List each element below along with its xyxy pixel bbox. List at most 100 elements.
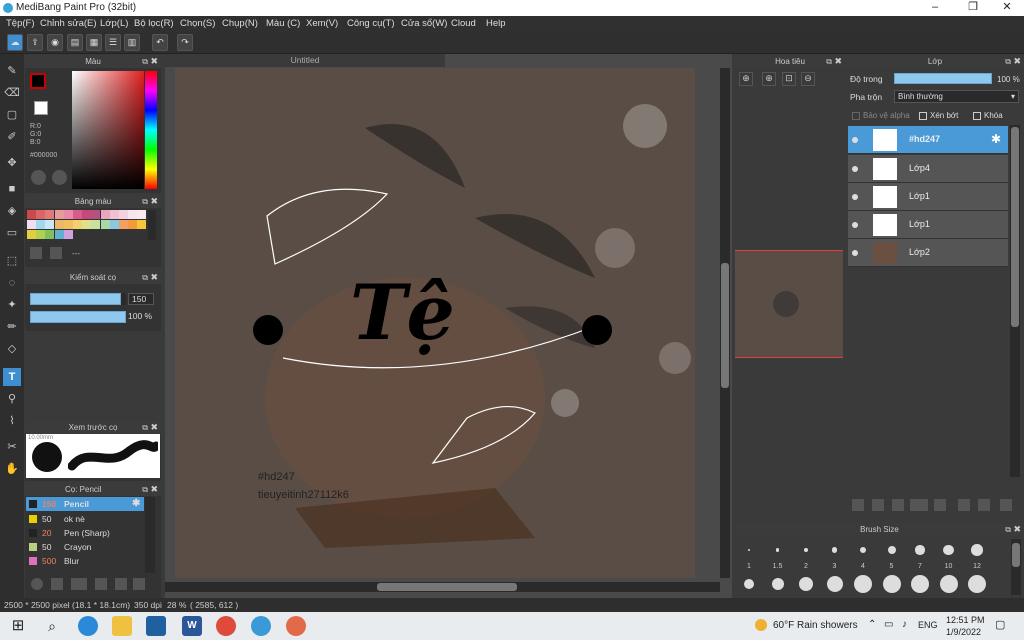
float-icon[interactable]: ⧉	[826, 55, 832, 68]
magic-wand-icon[interactable]: ✦	[3, 296, 21, 314]
brush-size-track[interactable]	[30, 293, 126, 305]
minimize-button[interactable]: –	[920, 0, 950, 16]
brush-size-dot-large[interactable]	[744, 579, 754, 589]
color-wheel-icon[interactable]	[31, 170, 46, 185]
menu-filter[interactable]: Bộ lọc(R)	[134, 18, 174, 29]
cloud-icon[interactable]: ☁	[7, 34, 23, 51]
close-icon[interactable]: ✖	[150, 483, 158, 496]
canvas-vscrollbar[interactable]	[720, 68, 730, 578]
brush-list-scrollbar[interactable]	[145, 497, 155, 573]
new-brush-icon[interactable]	[51, 578, 63, 590]
panel-layout-icon[interactable]: ☰	[105, 34, 121, 51]
zoom-in-icon[interactable]: ⊕	[739, 72, 753, 86]
float-icon[interactable]: ⧉	[142, 421, 148, 434]
layer-row-lop1-b[interactable]: Lớp1	[848, 211, 1008, 239]
new-layer-icon[interactable]	[852, 499, 864, 511]
brush-size-dot-large[interactable]	[799, 577, 813, 591]
close-button[interactable]: ✕	[992, 0, 1022, 16]
close-icon[interactable]: ✖	[150, 421, 158, 434]
eye-icon[interactable]	[852, 194, 858, 200]
palette-swatch[interactable]	[119, 210, 128, 219]
bucket-tool-icon[interactable]: ◈	[3, 202, 21, 220]
brush-folder-icon[interactable]	[115, 578, 127, 590]
search-icon[interactable]: ⌕	[42, 616, 62, 636]
comment-icon[interactable]: ◉	[47, 34, 63, 51]
canvas-hscrollbar[interactable]	[165, 582, 720, 592]
menu-color[interactable]: Màu (C)	[266, 18, 300, 29]
brush-item-crayon[interactable]: 50 Crayon	[26, 540, 144, 554]
brush-size-value[interactable]: 150	[128, 293, 154, 305]
trash-icon[interactable]	[1000, 499, 1012, 511]
float-icon[interactable]: ⧉	[142, 483, 148, 496]
network-icon[interactable]: ▭	[884, 619, 893, 630]
brush-menu-icon[interactable]	[71, 578, 87, 590]
navigator-preview[interactable]	[735, 250, 843, 358]
menu-layer[interactable]: Lớp(L)	[100, 18, 128, 29]
medibang-icon[interactable]	[251, 616, 271, 636]
brush-size-dot[interactable]	[915, 545, 925, 555]
clock-time[interactable]: 12:51 PM	[946, 615, 985, 625]
clipping-checkbox[interactable]	[919, 112, 927, 120]
palette-swatch[interactable]	[63, 220, 73, 229]
chrome-icon[interactable]	[216, 616, 236, 636]
page-icon[interactable]: ▦	[86, 34, 102, 51]
palette-swatch[interactable]	[27, 220, 36, 229]
brush-size-dot-large[interactable]	[826, 576, 843, 592]
brush-size-dot[interactable]	[748, 549, 750, 551]
close-icon[interactable]: ✖	[1013, 523, 1021, 536]
gear-icon[interactable]: ✱	[991, 132, 1001, 146]
brush-size-dot[interactable]	[831, 547, 838, 553]
pen-tool-icon[interactable]: ✎	[3, 62, 21, 80]
palette-swatch[interactable]	[109, 220, 119, 229]
brush-size-dot-large[interactable]	[939, 575, 958, 593]
brush-item-pen-sharp[interactable]: 20 Pen (Sharp)	[26, 526, 144, 540]
layer-scrollbar[interactable]	[1010, 125, 1020, 477]
layer-row-lop1-a[interactable]: Lớp1	[848, 183, 1008, 211]
brush-item-pencil[interactable]: 150 Pencil ✱	[26, 497, 144, 511]
eyedropper-tool-icon[interactable]: ⌇	[3, 412, 21, 430]
fit-view-icon[interactable]: ⊡	[782, 72, 796, 86]
close-icon[interactable]: ✖	[150, 271, 158, 284]
float-icon[interactable]: ⧉	[142, 55, 148, 68]
document-tab[interactable]: Untitled	[165, 54, 445, 67]
palette-swatch[interactable]	[45, 210, 55, 219]
float-icon[interactable]: ⧉	[1005, 523, 1011, 536]
palette-swatch[interactable]	[137, 210, 147, 219]
palette-swatch[interactable]	[100, 220, 110, 229]
brush-size-dot-large[interactable]	[968, 575, 986, 593]
edge-icon[interactable]	[78, 616, 98, 636]
palette-swatch[interactable]	[91, 220, 101, 229]
redo-button[interactable]: ↷	[177, 34, 193, 51]
eraser-tool-icon[interactable]: ⌫	[3, 84, 21, 102]
brush-copy-icon[interactable]	[95, 578, 107, 590]
grid-icon[interactable]: ▥	[124, 34, 140, 51]
brush-size-dot[interactable]	[971, 544, 983, 556]
brush-size-dot[interactable]	[943, 544, 954, 556]
palette-swatch[interactable]	[137, 220, 147, 229]
color-sv-picker[interactable]	[72, 71, 144, 189]
palette-swatch[interactable]	[54, 210, 64, 219]
menu-snap[interactable]: Chụp(N)	[222, 18, 258, 29]
menu-window[interactable]: Cửa sổ(W)	[401, 18, 447, 29]
palette-swatch[interactable]	[45, 230, 55, 239]
app-icon[interactable]	[286, 616, 306, 636]
windows-start-icon[interactable]: ⊞	[8, 616, 28, 636]
folder-icon[interactable]	[934, 499, 946, 511]
float-icon[interactable]: ⧉	[142, 271, 148, 284]
text-tool-icon[interactable]: T	[3, 368, 21, 386]
clock-date[interactable]: 1/9/2022	[946, 627, 981, 637]
close-icon[interactable]: ✖	[150, 195, 158, 208]
merge-layer-icon[interactable]	[978, 499, 990, 511]
operation-tool-icon[interactable]: ⚲	[3, 390, 21, 408]
brush-opacity-track[interactable]	[30, 311, 126, 323]
artwork-canvas[interactable]: Tệ #hd247 tieuyeitinh27112k6	[175, 68, 695, 578]
brush-size-dot-large[interactable]	[882, 575, 901, 593]
layer-row-lop4[interactable]: Lớp4	[848, 155, 1008, 183]
select-tool-icon[interactable]: ⬚	[3, 252, 21, 270]
menu-help[interactable]: Help	[486, 18, 506, 29]
menu-tools[interactable]: Công cụ(T)	[347, 18, 395, 29]
background-color-swatch[interactable]	[34, 101, 48, 115]
volume-icon[interactable]: ♪	[902, 619, 907, 630]
layer-menu-icon[interactable]	[910, 499, 928, 511]
layer-opacity-slider[interactable]	[894, 73, 992, 84]
